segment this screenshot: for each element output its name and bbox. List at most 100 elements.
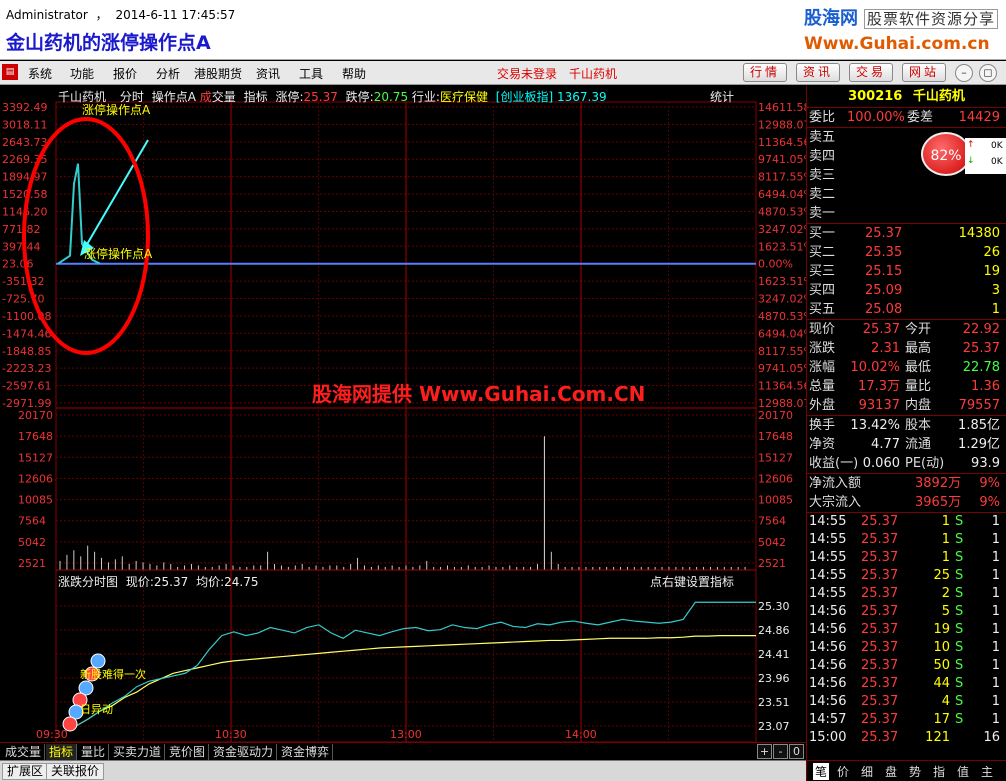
bubble-label: 新股难得一次 xyxy=(80,667,146,681)
flow-row: 净流入额 3892万 9% xyxy=(807,474,1006,493)
tick-price: 25.37 xyxy=(861,640,899,655)
tick-volume: 44 xyxy=(933,676,950,691)
indicator-tab[interactable]: 资金博弈 xyxy=(278,744,334,760)
left-axis-label: -1474.46 xyxy=(2,327,51,340)
menu-system[interactable]: 系统 xyxy=(28,65,52,82)
right-axis-label: 1623.51% xyxy=(758,275,806,288)
right-tab[interactable]: 势 xyxy=(909,763,921,780)
indicator-tab[interactable]: 买卖力道 xyxy=(110,744,166,760)
quote-label-2: 最高 xyxy=(905,341,932,356)
menu-analysis[interactable]: 分析 xyxy=(156,65,180,82)
signal-bubble-icon[interactable] xyxy=(90,653,106,669)
board-index-label[interactable]: [创业板指] xyxy=(496,90,553,104)
vol-axis-label-right: 15127 xyxy=(758,451,793,464)
tick-side: S xyxy=(955,694,964,709)
buy-level-volume: 1 xyxy=(991,302,1000,317)
up-speed: 0K xyxy=(991,141,1003,151)
chart-header: 千山药机 分时 操作点A 成交量 指标 涨停:25.37 跌停:20.75 行业… xyxy=(58,88,607,105)
industry-label: 行业: xyxy=(411,90,440,104)
tab-website[interactable]: 网站 xyxy=(902,63,947,82)
indicator-tab[interactable]: 成交量 xyxy=(2,744,46,760)
menu-quote[interactable]: 报价 xyxy=(113,65,137,82)
buy-level-volume: 26 xyxy=(983,245,1000,260)
zoom-out-button[interactable]: - xyxy=(773,744,788,759)
buy-level: 买一 25.37 14380 xyxy=(807,224,1006,243)
board-index-name: 创业板指 xyxy=(500,90,549,104)
info-row: 净资 4.77 流通 1.29亿 xyxy=(807,435,1006,454)
menu-news[interactable]: 资讯 xyxy=(256,65,280,82)
money-flow: 净流入额 3892万 9% 大宗流入 3965万 9% xyxy=(807,474,1006,512)
right-axis-label: 11364.56 xyxy=(758,136,806,149)
arrow-line xyxy=(85,139,149,247)
vol-axis-label: 2521 xyxy=(18,557,46,570)
right-tab[interactable]: 笔 xyxy=(813,763,830,780)
left-axis-label: 771.82 xyxy=(2,223,41,236)
tick-time: 14:55 xyxy=(809,514,847,529)
buy-level: 买五 25.08 1 xyxy=(807,300,1006,319)
tick-side: S xyxy=(955,622,964,637)
trade-status[interactable]: 交易未登录 xyxy=(497,65,557,82)
flow-value: 3965万 xyxy=(915,495,962,510)
progress-badge[interactable]: 82% xyxy=(921,132,971,176)
buy-level-label: 买三 xyxy=(809,264,836,279)
buy-level-price: 25.15 xyxy=(865,264,903,279)
industry-value[interactable]: 医疗保健 xyxy=(440,90,488,104)
info-value: 4.77 xyxy=(871,437,900,452)
tick-row: 14:57 25.37 17 S 1 xyxy=(807,711,1006,729)
menu-function[interactable]: 功能 xyxy=(70,65,94,82)
buy-level-price: 25.08 xyxy=(865,302,903,317)
indicator-tab[interactable]: 指标 xyxy=(46,744,78,760)
buy-level-volume: 14380 xyxy=(958,226,1000,241)
buy-level-volume: 19 xyxy=(983,264,1000,279)
minimize-icon[interactable]: – xyxy=(955,64,973,82)
intraday-chart[interactable]: 3392.49 14611.58 3018.11 12988.07 2643.73 113… xyxy=(0,86,806,742)
tick-side: S xyxy=(955,712,964,727)
tab-related-quote[interactable]: 关联报价 xyxy=(46,763,105,780)
zoom-reset-button[interactable]: 0 xyxy=(789,744,804,759)
stat-button[interactable]: 统计 xyxy=(710,88,734,105)
right-tab[interactable]: 价 xyxy=(837,763,849,780)
chart-indicator-label[interactable]: 指标 xyxy=(244,90,268,104)
right-tab[interactable]: 盘 xyxy=(885,763,897,780)
right-tab[interactable]: 细 xyxy=(861,763,873,780)
right-tab[interactable]: 指 xyxy=(933,763,945,780)
indicator-tab[interactable]: 量比 xyxy=(78,744,110,760)
right-axis-label: 8117.55% xyxy=(758,345,806,358)
tick-list[interactable]: 14:55 25.37 1 S 1 14:55 25.37 1 S 1 14:55 25.37 1 S 1 1… xyxy=(807,513,1006,747)
tick-time: 14:56 xyxy=(809,622,847,637)
up-arrow-icon: ↑ xyxy=(967,140,975,150)
tab-news[interactable]: 资讯 xyxy=(796,63,841,82)
right-tab[interactable]: 值 xyxy=(957,763,969,780)
chart-mode[interactable]: 分时 xyxy=(120,90,144,104)
indicator-tab[interactable]: 竞价图 xyxy=(166,744,210,760)
indicator-hint[interactable]: 点右键设置指标 xyxy=(650,573,734,590)
info-value: 13.42% xyxy=(850,418,900,433)
menu-tools[interactable]: 工具 xyxy=(299,65,323,82)
zoom-in-button[interactable]: + xyxy=(757,744,772,759)
app-logo-icon[interactable]: ▤ xyxy=(2,64,18,80)
right-tab[interactable]: 主 xyxy=(981,763,993,780)
menu-hk-futures[interactable]: 港股期货 xyxy=(194,65,242,82)
watermark: 股海网提供 Www.Guhai.Com.CN xyxy=(312,382,646,406)
chart-vol-mark: 成 xyxy=(199,90,212,104)
quote-label-2: 最低 xyxy=(905,360,932,375)
tick-price: 25.37 xyxy=(861,550,899,565)
tab-trade[interactable]: 交易 xyxy=(849,63,894,82)
tick-row: 14:55 25.37 1 S 1 xyxy=(807,513,1006,531)
mini-speed-panel: ↑ 0K ↓ 0K xyxy=(965,138,1006,174)
tick-row: 14:55 25.37 2 S 1 xyxy=(807,585,1006,603)
limit-down-value: 20.75 xyxy=(373,90,409,104)
indicator-tab[interactable]: 资金驱动力 xyxy=(210,744,278,760)
weibi-label: 委比 xyxy=(809,110,836,125)
right-axis-label: 14611.58 xyxy=(758,101,806,114)
tab-market[interactable]: 行情 xyxy=(743,63,788,82)
right-tabs: 笔价细盘势指值主 xyxy=(807,760,1006,781)
sell-level-label: 卖四 xyxy=(809,149,836,164)
tab-extension[interactable]: 扩展区 xyxy=(2,763,49,780)
menu-help[interactable]: 帮助 xyxy=(342,65,366,82)
vol-axis-label-right: 20170 xyxy=(758,409,793,422)
weicha-value: 14429 xyxy=(958,110,1000,125)
tick-price: 25.37 xyxy=(861,532,899,547)
chart-area[interactable]: 3392.49 14611.58 3018.11 12988.07 2643.73 113… xyxy=(0,86,806,742)
restore-icon[interactable]: ◻ xyxy=(979,64,997,82)
